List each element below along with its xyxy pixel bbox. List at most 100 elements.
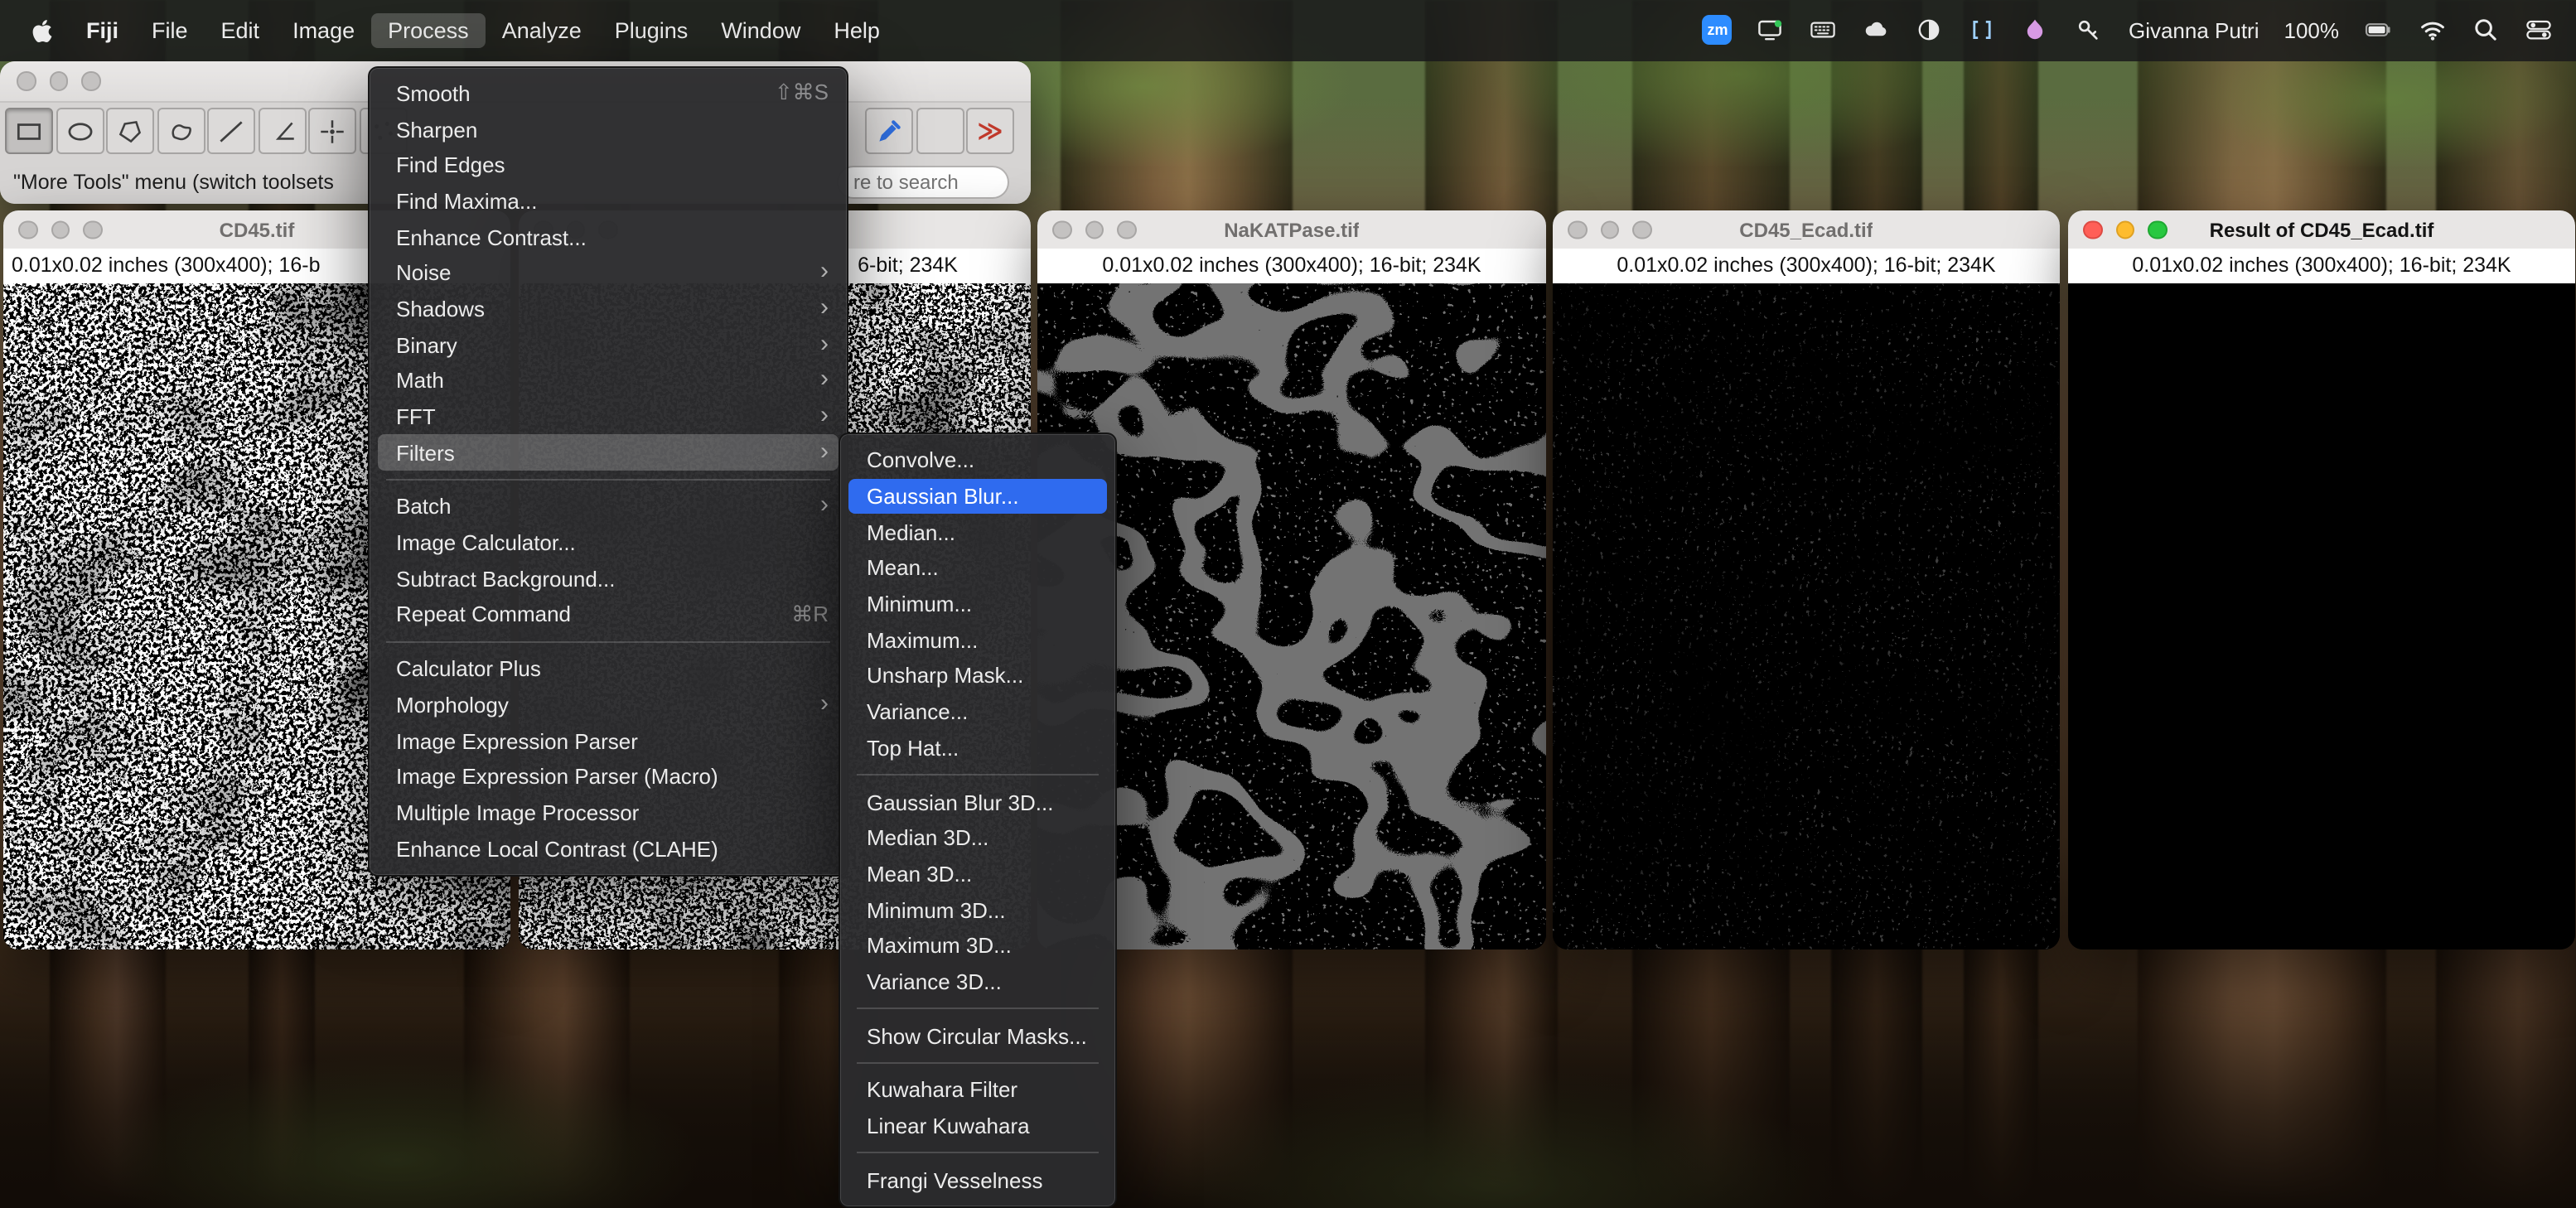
window-title: Result of CD45_Ecad.tif xyxy=(2210,218,2434,241)
filters-menu-item-linear-kuwahara[interactable]: Linear Kuwahara xyxy=(848,1108,1107,1143)
menubar-item-analyze[interactable]: Analyze xyxy=(486,13,598,48)
process-menu-item-find-maxima[interactable]: Find Maxima... xyxy=(378,183,839,219)
process-menu-item-multiple-image-processor[interactable]: Multiple Image Processor xyxy=(378,795,839,830)
filters-menu-item-variance[interactable]: Variance... xyxy=(848,694,1107,730)
filters-menu-item-minimum-3d[interactable]: Minimum 3D... xyxy=(848,892,1107,928)
minimize-button[interactable] xyxy=(1085,220,1104,239)
filters-menu-item-median[interactable]: Median... xyxy=(848,515,1107,550)
image-canvas[interactable] xyxy=(2068,283,2575,949)
rectangle-tool[interactable] xyxy=(5,108,53,154)
process-menu-item-noise[interactable]: Noise› xyxy=(378,255,839,291)
zoom-button[interactable] xyxy=(2148,220,2167,239)
filters-menu-item-mean-3d[interactable]: Mean 3D... xyxy=(848,856,1107,892)
angle-tool[interactable] xyxy=(258,108,306,154)
filters-menu-item-unsharp-mask[interactable]: Unsharp Mask... xyxy=(848,658,1107,693)
close-button[interactable] xyxy=(17,72,36,91)
window-titlebar[interactable]: NaKATPase.tif xyxy=(1037,210,1546,249)
process-menu-item-binary[interactable]: Binary› xyxy=(378,327,839,363)
spotlight-search-icon[interactable] xyxy=(2470,16,2500,46)
window-titlebar[interactable]: Result of CD45_Ecad.tif xyxy=(2068,210,2575,249)
process-menu-item-image-expression-parser[interactable]: Image Expression Parser xyxy=(378,722,839,758)
zoom-app-icon[interactable]: zm xyxy=(1703,16,1733,46)
menubar-item-window[interactable]: Window xyxy=(704,13,817,48)
display-icon[interactable] xyxy=(1756,16,1786,46)
zoom-button[interactable] xyxy=(1632,220,1651,239)
line-tool[interactable] xyxy=(207,108,255,154)
process-menu-item-batch[interactable]: Batch› xyxy=(378,489,839,524)
filters-menu-item-top-hat[interactable]: Top Hat... xyxy=(848,730,1107,766)
process-menu-item-repeat-command[interactable]: Repeat Command⌘R xyxy=(378,597,839,632)
menubar-item-file[interactable]: File xyxy=(135,13,205,48)
process-menu-item-filters[interactable]: Filters› xyxy=(378,435,839,471)
process-menu-item-image-calculator[interactable]: Image Calculator... xyxy=(378,525,839,561)
battery-icon[interactable] xyxy=(2364,16,2394,46)
close-button[interactable] xyxy=(18,220,37,239)
menubar-item-fiji[interactable]: Fiji xyxy=(70,13,135,48)
menubar-item-edit[interactable]: Edit xyxy=(205,13,277,48)
contrast-circle-icon[interactable] xyxy=(1915,16,1945,46)
menubar-item-plugins[interactable]: Plugins xyxy=(598,13,705,48)
process-menu-item-math[interactable]: Math› xyxy=(378,363,839,399)
zoom-button[interactable] xyxy=(1117,220,1136,239)
search-input[interactable]: re to search xyxy=(837,166,1009,199)
process-menu-item-fft[interactable]: FFT› xyxy=(378,399,839,434)
filters-menu-item-gaussian-blur-3d[interactable]: Gaussian Blur 3D... xyxy=(848,784,1107,819)
more-tools[interactable]: ≫ xyxy=(966,108,1014,154)
close-button[interactable] xyxy=(2083,220,2102,239)
menubar-user-name[interactable]: Givanna Putri xyxy=(2129,18,2259,43)
minimize-button[interactable] xyxy=(1600,220,1619,239)
filters-menu-item-maximum[interactable]: Maximum... xyxy=(848,622,1107,658)
image-window-result[interactable]: Result of CD45_Ecad.tif 0.01x0.02 inches… xyxy=(2068,210,2575,949)
key-icon[interactable] xyxy=(2074,16,2104,46)
oval-tool[interactable] xyxy=(56,108,104,154)
wifi-icon[interactable] xyxy=(2417,16,2447,46)
menubar-item-image[interactable]: Image xyxy=(276,13,371,48)
filters-menu-item-maximum-3d[interactable]: Maximum 3D... xyxy=(848,928,1107,964)
filters-menu-item-frangi-vesselness[interactable]: Frangi Vesselness xyxy=(848,1162,1107,1198)
polygon-tool[interactable] xyxy=(106,108,154,154)
process-menu-item-calculator-plus[interactable]: Calculator Plus xyxy=(378,651,839,687)
filters-menu-item-variance-3d[interactable]: Variance 3D... xyxy=(848,964,1107,999)
process-menu-item-enhance-contrast[interactable]: Enhance Contrast... xyxy=(378,220,839,255)
minimize-button[interactable] xyxy=(2115,220,2134,239)
minimize-button[interactable] xyxy=(51,220,70,239)
filters-menu-item-show-circular-masks[interactable]: Show Circular Masks... xyxy=(848,1018,1107,1054)
filters-menu-item-median-3d[interactable]: Median 3D... xyxy=(848,820,1107,856)
cloud-icon[interactable] xyxy=(1862,16,1892,46)
close-button[interactable] xyxy=(1052,220,1071,239)
minimize-button[interactable] xyxy=(49,72,68,91)
image-canvas[interactable] xyxy=(1553,283,2060,949)
control-center-icon[interactable] xyxy=(2523,16,2553,46)
close-button[interactable] xyxy=(1568,220,1587,239)
filters-menu-item-minimum[interactable]: Minimum... xyxy=(848,587,1107,622)
spray-icon[interactable] xyxy=(2021,16,2051,46)
filters-menu-item-gaussian-blur[interactable]: Gaussian Blur... xyxy=(848,478,1107,514)
brackets-icon[interactable] xyxy=(1968,16,1998,46)
apple-menu[interactable] xyxy=(20,17,63,43)
filters-menu-item-kuwahara-filter[interactable]: Kuwahara Filter xyxy=(848,1072,1107,1108)
image-window-cd45-ecad[interactable]: CD45_Ecad.tif 0.01x0.02 inches (300x400)… xyxy=(1553,210,2060,949)
freehand-tool[interactable] xyxy=(157,108,205,154)
process-menu-item-morphology[interactable]: Morphology› xyxy=(378,687,839,722)
color-picker-tool[interactable] xyxy=(865,108,913,154)
filters-menu-item-mean[interactable]: Mean... xyxy=(848,550,1107,586)
menubar-item-help[interactable]: Help xyxy=(817,13,897,48)
process-menu-item-enhance-local-contrast-clahe[interactable]: Enhance Local Contrast (CLAHE) xyxy=(378,831,839,867)
process-menu-item-smooth[interactable]: Smooth⇧⌘S xyxy=(378,75,839,111)
zoom-button[interactable] xyxy=(83,220,102,239)
menu-separator xyxy=(857,1152,1099,1154)
menubar-item-process[interactable]: Process xyxy=(371,13,486,48)
blank-tool[interactable] xyxy=(916,108,964,154)
zoom-button[interactable] xyxy=(81,72,100,91)
filters-menu-item-convolve[interactable]: Convolve... xyxy=(848,442,1107,478)
process-menu-item-image-expression-parser-macro[interactable]: Image Expression Parser (Macro) xyxy=(378,759,839,795)
process-menu-item-shadows[interactable]: Shadows› xyxy=(378,291,839,326)
window-titlebar[interactable]: CD45_Ecad.tif xyxy=(1553,210,2060,249)
process-menu-item-subtract-background[interactable]: Subtract Background... xyxy=(378,561,839,597)
keyboard-icon[interactable] xyxy=(1809,16,1839,46)
menu-item-label: Noise xyxy=(396,261,800,286)
process-menu-item-find-edges[interactable]: Find Edges xyxy=(378,147,839,183)
menu-item-label: Minimum... xyxy=(867,592,1097,616)
point-tool[interactable] xyxy=(308,108,356,154)
process-menu-item-sharpen[interactable]: Sharpen xyxy=(378,111,839,147)
